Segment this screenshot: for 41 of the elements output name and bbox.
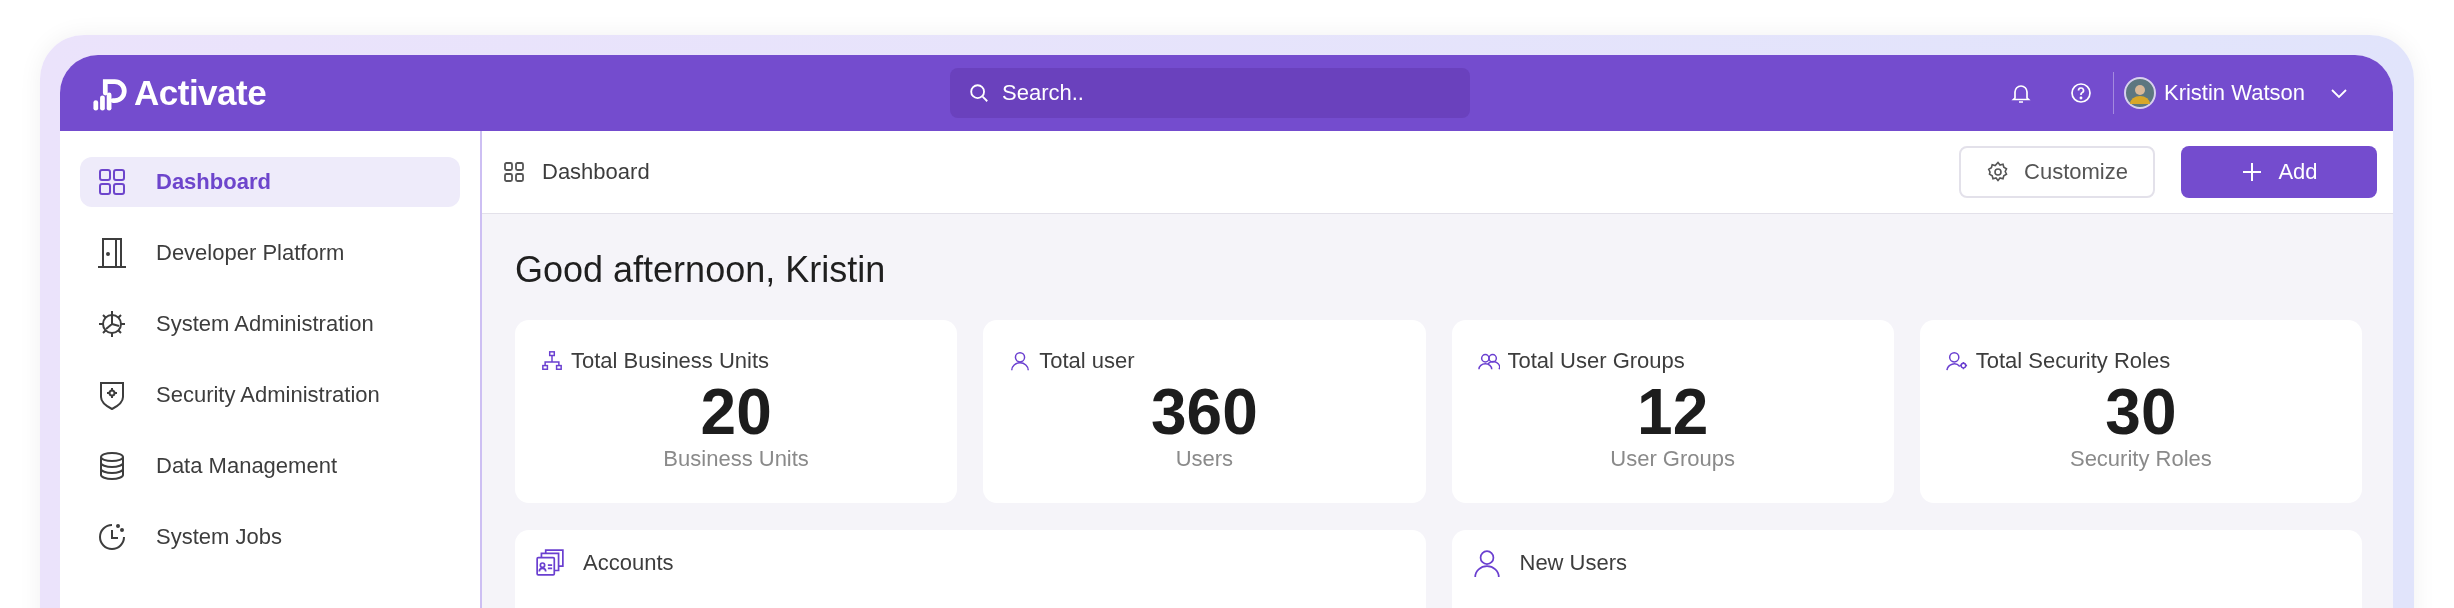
- search-field[interactable]: Search..: [950, 68, 1470, 118]
- id-cards-icon: [535, 548, 565, 578]
- stat-value: 12: [1637, 378, 1709, 446]
- sidebar-item[interactable]: System Jobs: [80, 512, 460, 562]
- stat-value: 20: [700, 378, 772, 446]
- stat-title: Total User Groups: [1507, 348, 1685, 374]
- add-button[interactable]: Add: [2181, 146, 2377, 198]
- stat-caption: User Groups: [1610, 446, 1735, 472]
- stat-value: 360: [1151, 378, 1258, 446]
- stat-title: Total user: [1039, 348, 1135, 374]
- sidebar-item[interactable]: Dashboard: [80, 157, 460, 207]
- hierarchy-icon: [541, 350, 563, 372]
- sidebar-item[interactable]: Security Administration: [80, 370, 460, 420]
- gear-icon: [96, 308, 128, 340]
- gear-icon: [1986, 160, 2011, 184]
- user-icon: [1009, 350, 1032, 372]
- stat-caption: Security Roles: [2069, 446, 2212, 472]
- sidebar-item[interactable]: Data Management: [80, 441, 460, 491]
- panel-title: New Users: [1519, 549, 1628, 577]
- stat-title: Total Business Units: [571, 348, 770, 374]
- search-icon: [968, 82, 990, 104]
- avatar-icon: [2124, 77, 2156, 109]
- breadcrumb: Dashboard: [542, 159, 650, 185]
- stat-caption: Business Units: [663, 446, 809, 472]
- app-logo: Activate: [134, 73, 267, 113]
- sidebar-item[interactable]: System Administration: [80, 299, 460, 349]
- customize-button[interactable]: Customize: [1959, 146, 2155, 198]
- sidebar-item[interactable]: Developer Platform: [80, 228, 460, 278]
- clock-icon: [96, 521, 128, 553]
- user-menu[interactable]: Kristin Watson: [2124, 77, 2351, 109]
- stat-caption: Users: [1175, 446, 1234, 472]
- grid-icon: [96, 166, 128, 198]
- panel-title: Accounts: [583, 549, 674, 577]
- user-icon: [1471, 548, 1502, 578]
- user-gear-icon: [1945, 350, 1968, 372]
- door-icon: [96, 237, 128, 269]
- grid-icon: [502, 160, 526, 184]
- help-icon[interactable]: [2069, 81, 2093, 105]
- greeting: Good afternoon, Kristin: [515, 248, 887, 292]
- stat-value: 30: [2105, 378, 2177, 446]
- stat-title: Total Security Roles: [1975, 348, 2171, 374]
